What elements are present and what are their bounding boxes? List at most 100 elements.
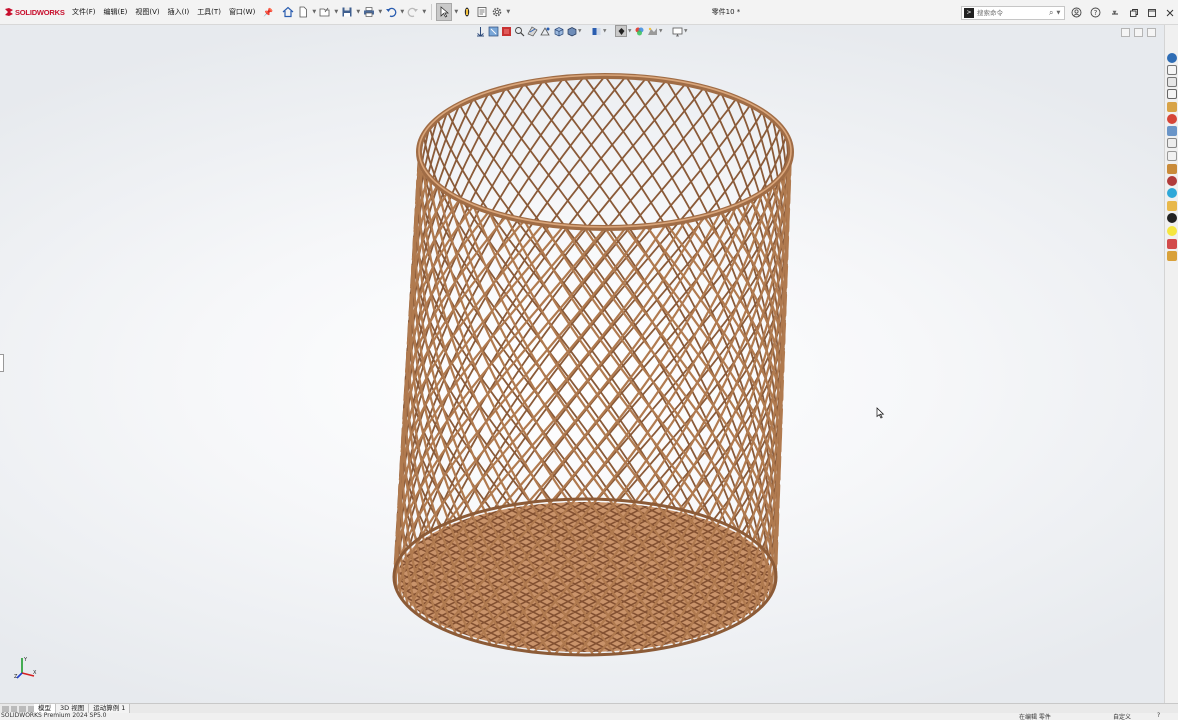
zoom-to-fit-icon[interactable] xyxy=(474,25,486,37)
design-library-icon[interactable] xyxy=(1167,65,1177,75)
open-dropdown-icon[interactable]: ▼ xyxy=(333,9,339,15)
display-manager-dropdown-icon[interactable]: ▼ xyxy=(684,29,688,34)
undo-icon[interactable] xyxy=(384,3,398,21)
toolbox-icon[interactable] xyxy=(1167,138,1177,148)
solidworks-logo[interactable]: SOLIDWORKS xyxy=(0,7,68,17)
save-dropdown-icon[interactable]: ▼ xyxy=(355,9,361,15)
document-tab-bar: 模型 3D 视图 运动算例 1 xyxy=(0,703,1178,713)
search-icon[interactable]: ⌕ xyxy=(1049,8,1053,18)
wire-mesh-basket-model[interactable] xyxy=(0,25,1164,703)
view-orientation-icon[interactable] xyxy=(552,25,564,37)
layers-icon[interactable] xyxy=(1167,201,1177,211)
menu-bar: 文件(F) 编辑(E) 视图(V) 插入(I) 工具(T) 窗口(W) 📌 xyxy=(68,0,273,25)
viewport-tile-icon[interactable] xyxy=(1121,28,1130,37)
status-bar: SOLIDWORKS Premium 2024 SP5.0 在编辑 零件 自定义… xyxy=(0,712,1178,720)
menu-insert[interactable]: 插入(I) xyxy=(164,0,194,25)
forum-icon[interactable] xyxy=(1167,126,1177,136)
dark-tool-icon[interactable] xyxy=(1167,213,1177,223)
redo-icon[interactable] xyxy=(406,3,420,21)
viewport-restore-icon[interactable] xyxy=(1134,28,1143,37)
restore-icon[interactable] xyxy=(1127,6,1140,19)
back-wire xyxy=(542,79,774,564)
select-pointer-icon[interactable] xyxy=(436,3,453,21)
ds-logo-icon xyxy=(5,8,13,16)
zoom-area-icon[interactable] xyxy=(487,25,499,37)
close-icon[interactable] xyxy=(1163,6,1176,19)
home-icon[interactable] xyxy=(281,3,295,21)
zoom-in-out-icon[interactable] xyxy=(513,25,525,37)
product-version-text: SOLIDWORKS Premium 2024 SP5.0 xyxy=(1,712,107,719)
quick-tips-icon[interactable]: ? xyxy=(1157,712,1160,719)
minimize-icon[interactable] xyxy=(1108,5,1121,18)
app-logo-text: SOLIDWORKS xyxy=(15,7,65,17)
new-document-icon[interactable] xyxy=(296,3,310,21)
mate-icon[interactable] xyxy=(1167,239,1177,249)
appearances-icon[interactable] xyxy=(1167,102,1177,112)
previous-view-icon[interactable] xyxy=(500,25,512,37)
file-explorer-icon[interactable] xyxy=(1167,77,1177,87)
print-dropdown-icon[interactable]: ▼ xyxy=(377,9,383,15)
menu-tools[interactable]: 工具(T) xyxy=(193,0,225,25)
display-style-dropdown-icon[interactable]: ▼ xyxy=(578,29,582,34)
menu-view[interactable]: 视图(V) xyxy=(131,0,163,25)
apply-scene-icon[interactable] xyxy=(633,25,645,37)
viewport-controls xyxy=(1121,28,1156,37)
sketch-icon[interactable] xyxy=(1167,151,1177,161)
search-commands-box[interactable]: > ⌕ ▼ xyxy=(961,6,1065,20)
edit-appearance-dropdown-icon[interactable]: ▼ xyxy=(628,29,632,34)
hide-show-dropdown-icon[interactable]: ▼ xyxy=(603,29,607,34)
menu-window[interactable]: 窗口(W) xyxy=(225,0,259,25)
solidworks-resources-icon[interactable] xyxy=(1167,53,1177,63)
file-properties-icon[interactable] xyxy=(475,3,489,21)
view-settings-dropdown-icon[interactable]: ▼ xyxy=(659,29,663,34)
svg-text:?: ? xyxy=(1094,9,1098,17)
print-icon[interactable] xyxy=(362,3,376,21)
edit-appearance-icon[interactable] xyxy=(615,25,627,37)
view-settings-icon[interactable] xyxy=(646,25,658,37)
heads-up-view-toolbar: ▼ ▼ ▼ ▼ ▼ xyxy=(474,24,688,38)
mouse-cursor-icon xyxy=(876,407,885,419)
menu-edit[interactable]: 编辑(E) xyxy=(100,0,132,25)
open-icon[interactable] xyxy=(318,3,332,21)
graphics-area[interactable]: Y X Z xyxy=(0,25,1164,703)
select-dropdown-icon[interactable]: ▼ xyxy=(453,9,459,15)
user-account-icon[interactable] xyxy=(1070,6,1083,19)
save-icon[interactable] xyxy=(340,3,354,21)
custom-properties-icon[interactable] xyxy=(1167,114,1177,124)
search-dropdown-icon[interactable]: ▼ xyxy=(1056,10,1060,16)
command-search-icon: > xyxy=(964,8,974,18)
display-manager-icon[interactable] xyxy=(671,25,683,37)
reference-triad-icon: Y X Z xyxy=(14,657,37,680)
edit-mode-text: 在编辑 零件 xyxy=(1019,714,1051,720)
pin-icon[interactable]: 📌 xyxy=(259,0,273,25)
options-dropdown-icon[interactable]: ▼ xyxy=(505,9,511,15)
svg-text:Y: Y xyxy=(23,657,28,663)
section-view-icon[interactable] xyxy=(526,25,538,37)
extra-icon[interactable] xyxy=(1167,251,1177,261)
maximize-icon[interactable] xyxy=(1145,6,1158,19)
feature-manager-collapse-handle[interactable] xyxy=(0,354,4,372)
search-input[interactable] xyxy=(977,9,1047,17)
folder-icon[interactable] xyxy=(1167,164,1177,174)
units-selector[interactable]: 自定义 xyxy=(1113,712,1131,720)
lightbulb-icon[interactable] xyxy=(1167,226,1177,236)
options-gear-icon[interactable] xyxy=(490,3,504,21)
menu-file[interactable]: 文件(F) xyxy=(68,0,100,25)
undo-dropdown-icon[interactable]: ▼ xyxy=(399,9,405,15)
document-title: 零件10 * xyxy=(711,8,741,16)
view-palette-icon[interactable] xyxy=(1167,89,1177,99)
task-pane-tabs xyxy=(1164,25,1178,703)
toolbar-separator xyxy=(431,4,433,20)
simulation-icon[interactable] xyxy=(1167,188,1177,198)
svg-text:Z: Z xyxy=(14,674,18,680)
title-bar: SOLIDWORKS 文件(F) 编辑(E) 视图(V) 插入(I) 工具(T)… xyxy=(0,0,1178,25)
new-dropdown-icon[interactable]: ▼ xyxy=(311,9,317,15)
rebuild-icon[interactable] xyxy=(460,3,474,21)
hide-show-items-icon[interactable] xyxy=(590,25,602,37)
dynamic-annotation-icon[interactable] xyxy=(539,25,551,37)
redo-dropdown-icon[interactable]: ▼ xyxy=(421,9,427,15)
display-style-icon[interactable] xyxy=(565,25,577,37)
viewport-close-icon[interactable] xyxy=(1147,28,1156,37)
3d-content-icon[interactable] xyxy=(1167,176,1177,186)
help-icon[interactable]: ? xyxy=(1089,6,1102,19)
